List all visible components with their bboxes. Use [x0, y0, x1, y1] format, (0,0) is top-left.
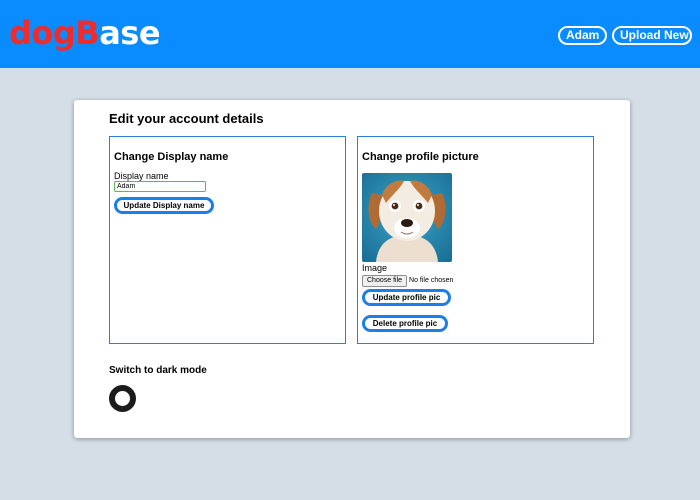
display-name-input[interactable] [114, 181, 206, 192]
display-name-label: Display name [114, 171, 169, 181]
update-profile-pic-button[interactable]: Update profile pic [362, 289, 451, 306]
top-header: dogBase Adam Upload New [0, 0, 700, 68]
dark-mode-label: Switch to dark mode [109, 365, 207, 376]
profile-picture-panel-title: Change profile picture [362, 151, 479, 163]
profile-picture-image [362, 173, 452, 262]
display-name-panel: Change Display name Display name Update … [109, 136, 346, 344]
update-display-name-button[interactable]: Update Display name [114, 197, 214, 214]
account-settings-card: Edit your account details Change Display… [74, 100, 630, 438]
choose-file-button[interactable]: Choose file [362, 274, 408, 287]
profile-picture-panel: Change profile picture Image Choose file… [357, 136, 594, 344]
file-status-text: No file chosen [409, 276, 454, 284]
page-title: Edit your account details [109, 111, 264, 126]
dog-photo-icon [362, 173, 452, 262]
dark-mode-toggle-icon[interactable] [109, 385, 136, 412]
display-name-panel-title: Change Display name [114, 151, 229, 163]
logo-text-dog: dog [9, 14, 76, 52]
dogbase-logo[interactable]: dogBase [9, 13, 161, 53]
upload-new-button[interactable]: Upload New [612, 26, 692, 45]
delete-profile-pic-button[interactable]: Delete profile pic [362, 315, 448, 332]
user-account-button[interactable]: Adam [558, 26, 607, 45]
logo-text-b: B [75, 14, 100, 52]
file-input: Choose file No file chosen [362, 272, 454, 287]
logo-text-ase: ase [99, 14, 161, 52]
